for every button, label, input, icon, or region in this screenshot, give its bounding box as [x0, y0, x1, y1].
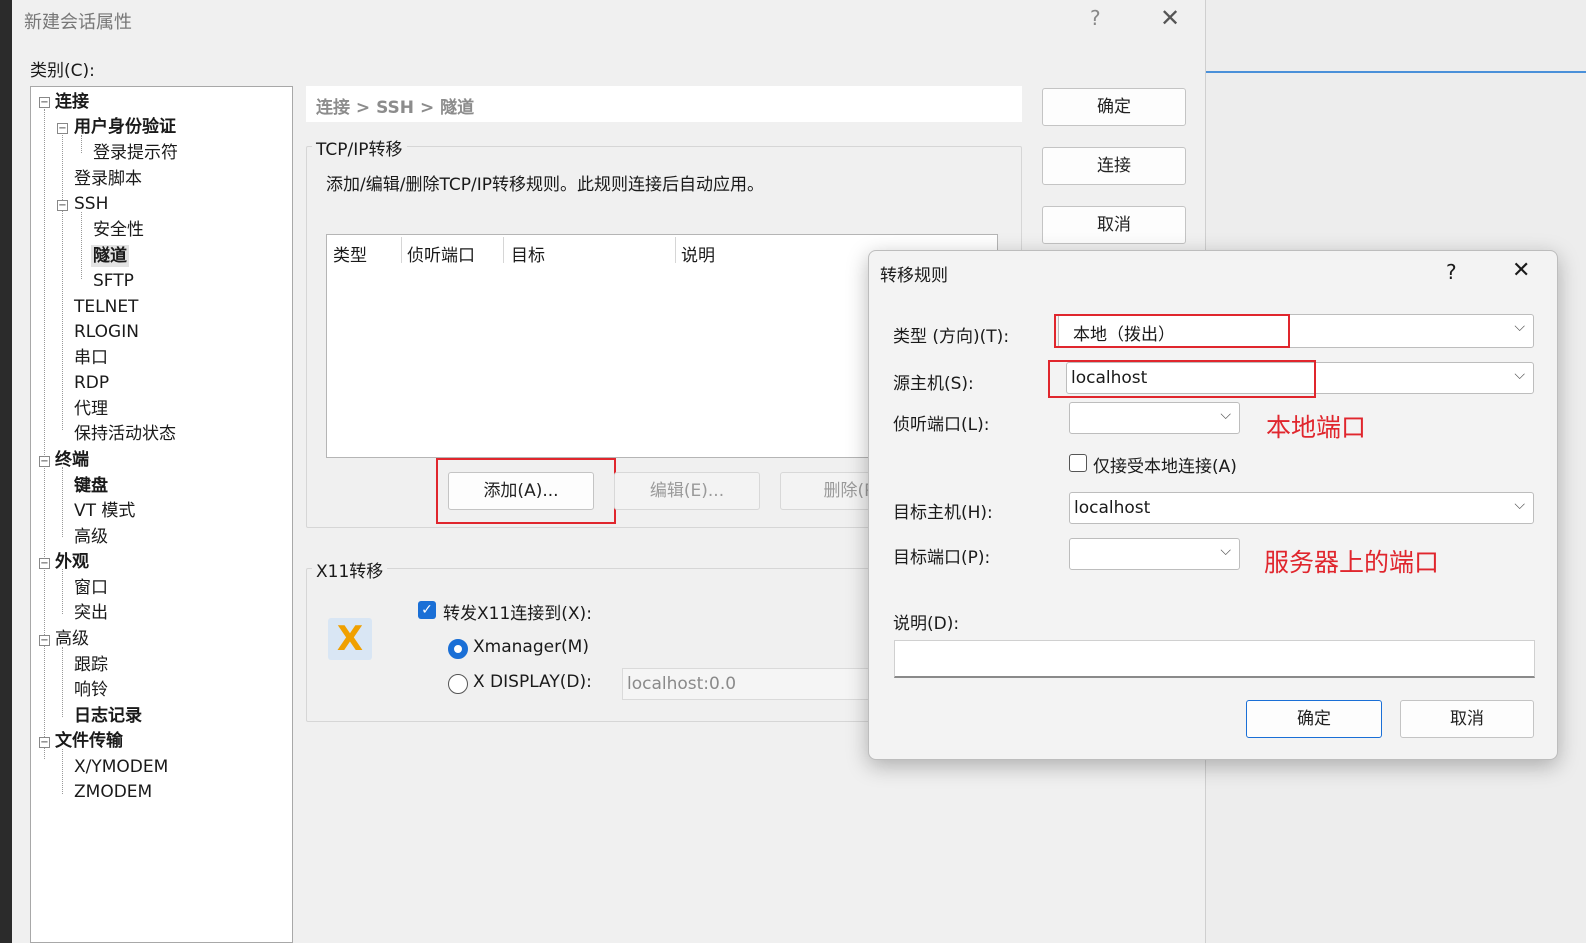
rule-ok-button[interactable]: 确定: [1246, 700, 1382, 738]
collapse-toggle-icon[interactable]: −: [39, 97, 50, 108]
local-only-label: 仅接受本地连接(A): [1093, 457, 1237, 477]
tree-item-rlogin[interactable]: RLOGIN: [74, 321, 139, 343]
collapse-toggle-icon[interactable]: −: [39, 456, 50, 467]
collapse-toggle-icon[interactable]: −: [57, 123, 68, 134]
tree-item-ssh[interactable]: SSH: [74, 193, 108, 215]
category-tree[interactable]: − 连接 − 用户身份验证 登录提示符 登录脚本 − SSH 安全性 隧道 SF…: [30, 86, 293, 943]
rule-cancel-button[interactable]: 取消: [1400, 700, 1534, 738]
column-header-target[interactable]: 目标: [511, 241, 545, 266]
forward-x11-label: 转发X11连接到(X):: [443, 604, 592, 624]
target-port-select[interactable]: ⌵: [1069, 538, 1240, 570]
target-port-label: 目标端口(P):: [893, 548, 991, 568]
column-header-listen-port[interactable]: 侦听端口: [407, 241, 475, 266]
xdisplay-input[interactable]: localhost:0.0: [622, 668, 872, 700]
tree-item-window[interactable]: 窗口: [74, 577, 108, 599]
tcp-description: 添加/编辑/删除TCP/IP转移规则。此规则连接后自动应用。: [326, 175, 764, 195]
tree-item-telnet[interactable]: TELNET: [74, 296, 138, 318]
forward-x11-checkbox[interactable]: ✓: [418, 601, 436, 619]
background-accent-line: [1206, 71, 1586, 73]
add-button-highlight: [436, 458, 616, 524]
tree-item-keyboard[interactable]: 键盘: [74, 475, 108, 497]
xmanager-radio[interactable]: [448, 639, 468, 659]
tree-item-bell[interactable]: 响铃: [74, 679, 108, 701]
target-host-select[interactable]: localhost ⌵: [1069, 492, 1534, 524]
tree-item-proxy[interactable]: 代理: [74, 398, 108, 420]
xmanager-logo-icon: X: [328, 618, 372, 660]
tree-item-terminal-advanced[interactable]: 高级: [74, 526, 108, 548]
tree-item-serial[interactable]: 串口: [74, 347, 108, 369]
x11-group-title: X11转移: [312, 557, 388, 582]
target-host-label: 目标主机(H):: [893, 503, 993, 523]
source-host-label: 源主机(S):: [893, 374, 974, 394]
listen-port-select[interactable]: ⌵: [1069, 402, 1240, 434]
close-icon[interactable]: ✕: [1160, 4, 1180, 32]
collapse-toggle-icon[interactable]: −: [39, 558, 50, 569]
tree-item-connection[interactable]: 连接: [55, 91, 89, 113]
cancel-button[interactable]: 取消: [1042, 206, 1186, 244]
tree-item-terminal[interactable]: 终端: [55, 449, 89, 471]
tree-item-zmodem[interactable]: ZMODEM: [74, 781, 152, 803]
rule-close-icon[interactable]: ✕: [1512, 258, 1530, 283]
breadcrumb: 连接 > SSH > 隧道: [306, 86, 1022, 122]
tree-item-highlight[interactable]: 突出: [74, 602, 108, 624]
connect-button[interactable]: 连接: [1042, 147, 1186, 185]
tree-item-login-prompt[interactable]: 登录提示符: [93, 142, 178, 164]
tree-item-logging[interactable]: 日志记录: [74, 705, 142, 727]
help-button[interactable]: ?: [1090, 6, 1101, 30]
tcp-ip-group-title: TCP/IP转移: [312, 135, 407, 160]
tree-item-xymodem[interactable]: X/YMODEM: [74, 756, 168, 778]
chevron-down-icon: ⌵: [1220, 543, 1231, 559]
chevron-down-icon: ⌵: [1514, 497, 1525, 513]
tree-item-file-transfer[interactable]: 文件传输: [55, 730, 123, 752]
collapse-toggle-icon[interactable]: −: [39, 635, 50, 646]
server-port-annotation: 服务器上的端口: [1264, 548, 1440, 577]
dialog-title: 新建会话属性: [24, 12, 132, 33]
ok-button[interactable]: 确定: [1042, 88, 1186, 126]
tree-item-sftp[interactable]: SFTP: [93, 270, 134, 292]
xdisplay-radio[interactable]: [448, 674, 468, 694]
background-edge: [0, 0, 12, 943]
column-header-description[interactable]: 说明: [681, 241, 715, 266]
local-port-annotation: 本地端口: [1266, 413, 1367, 442]
tree-item-advanced[interactable]: 高级: [55, 628, 89, 650]
description-input[interactable]: [894, 640, 1535, 678]
source-host-highlight: [1048, 360, 1316, 398]
xmanager-label: Xmanager(M): [473, 637, 589, 657]
tree-item-auth[interactable]: 用户身份验证: [74, 116, 176, 138]
type-label: 类型 (方向)(T):: [893, 327, 1010, 347]
listen-port-label: 侦听端口(L):: [893, 415, 990, 435]
collapse-toggle-icon[interactable]: −: [39, 737, 50, 748]
tree-item-keepalive[interactable]: 保持活动状态: [74, 423, 176, 445]
tree-item-security[interactable]: 安全性: [93, 219, 144, 241]
tree-item-rdp[interactable]: RDP: [74, 372, 109, 394]
target-host-value: localhost: [1074, 498, 1151, 518]
tree-item-vt-mode[interactable]: VT 模式: [74, 500, 135, 522]
rule-help-button[interactable]: ?: [1446, 260, 1457, 284]
column-header-type[interactable]: 类型: [333, 241, 367, 266]
tree-item-login-script[interactable]: 登录脚本: [74, 168, 142, 190]
category-label: 类别(C):: [30, 61, 95, 81]
collapse-toggle-icon[interactable]: −: [57, 200, 68, 211]
type-highlight: [1054, 314, 1290, 348]
chevron-down-icon: ⌵: [1514, 319, 1525, 335]
chevron-down-icon: ⌵: [1514, 367, 1525, 383]
rule-dialog-title: 转移规则: [880, 266, 948, 286]
chevron-down-icon: ⌵: [1220, 407, 1231, 423]
tree-item-tunnel[interactable]: 隧道: [91, 245, 129, 267]
edit-rule-button[interactable]: 编辑(E)...: [614, 472, 760, 510]
local-only-checkbox[interactable]: [1069, 454, 1087, 472]
xdisplay-label: X DISPLAY(D):: [473, 672, 592, 692]
tree-item-appearance[interactable]: 外观: [55, 551, 89, 573]
tree-item-trace[interactable]: 跟踪: [74, 654, 108, 676]
description-label: 说明(D):: [893, 614, 960, 634]
